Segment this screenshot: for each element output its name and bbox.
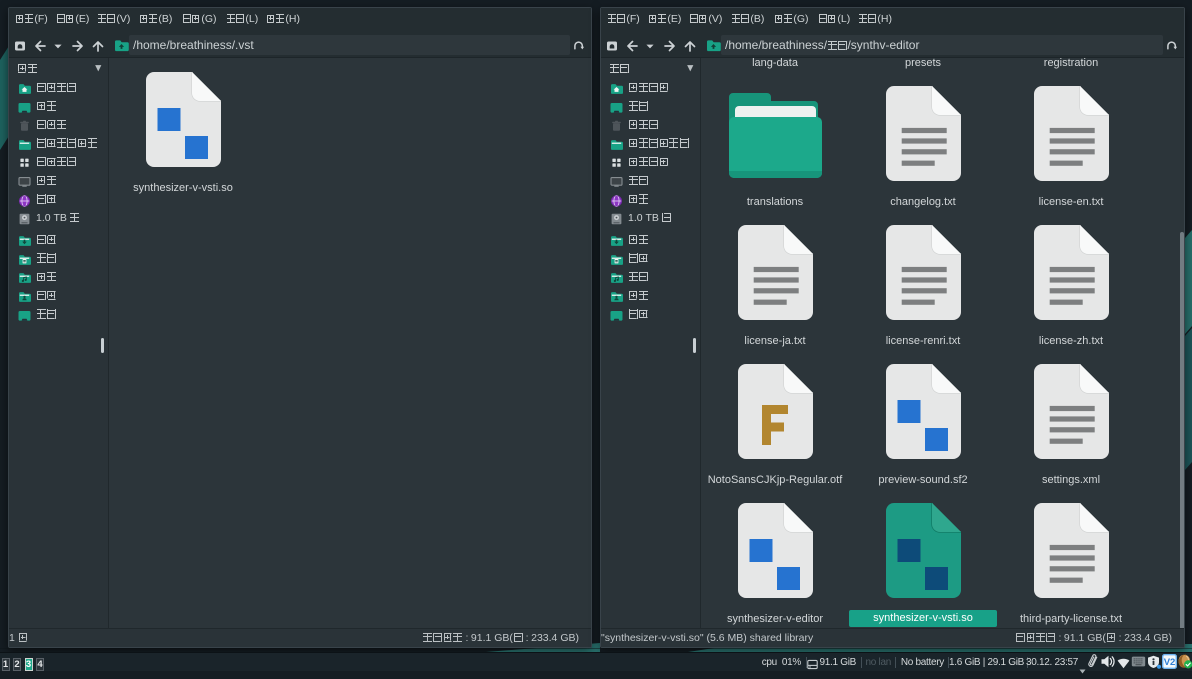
svg-text:V2: V2	[1164, 657, 1176, 668]
